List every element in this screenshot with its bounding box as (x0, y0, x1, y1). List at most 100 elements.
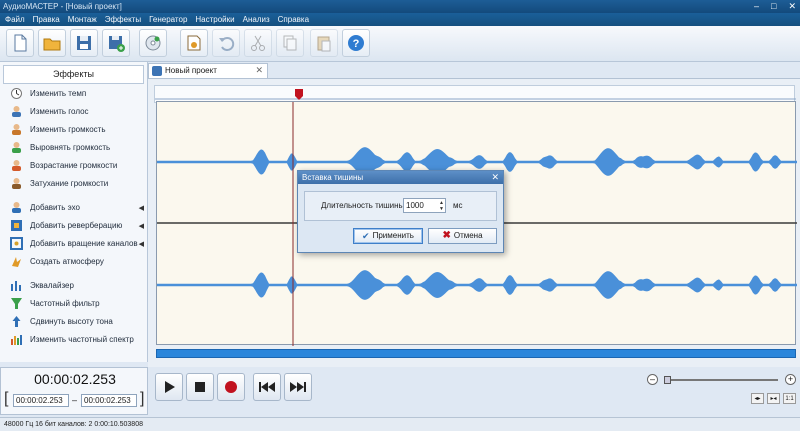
spinner-arrows-icon[interactable]: ▲ ▼ (439, 200, 444, 212)
maximize-button[interactable]: □ (771, 0, 776, 13)
effect-change-voice[interactable]: Изменить голос (10, 104, 146, 119)
effect-equalizer[interactable]: Эквалайзер (10, 278, 146, 293)
effect-add-reverb[interactable]: Добавить реверберацию ◀ (10, 218, 146, 233)
undo-button[interactable] (212, 29, 240, 57)
open-button[interactable] (38, 29, 66, 57)
zoom-out-button[interactable]: – (647, 374, 658, 385)
silence-duration-input[interactable]: 1000 ▲ ▼ (403, 198, 446, 213)
bracket-left: [ (4, 390, 9, 407)
horizontal-scrollbar[interactable] (156, 349, 796, 358)
stop-button[interactable] (186, 373, 214, 401)
zoom-selection-button[interactable]: ▸◂ (767, 393, 780, 404)
filter-icon (10, 297, 23, 310)
transport-controls (152, 370, 792, 410)
save-button[interactable] (70, 29, 98, 57)
effect-label: Эквалайзер (30, 281, 74, 290)
menu-analysis[interactable]: Анализ (243, 15, 270, 24)
expand-arrow-icon[interactable]: ◀ (139, 240, 144, 248)
checkmark-icon: ✔ (362, 231, 370, 241)
cancel-button[interactable]: ✖ Отмена (428, 228, 497, 244)
fade-out-icon (10, 177, 23, 190)
zoom-1to1-button[interactable]: 1:1 (783, 393, 796, 404)
play-button[interactable] (155, 373, 183, 401)
silence-duration-label: Длительность тишины: (321, 201, 407, 210)
help-button[interactable]: ? (342, 29, 370, 57)
cut-icon (251, 35, 265, 51)
menu-edit[interactable]: Правка (33, 15, 60, 24)
voice-icon (10, 105, 23, 118)
tab-project[interactable]: Новый проект ✕ (148, 63, 268, 78)
unit-label: мс (453, 201, 463, 210)
echo-icon (10, 201, 23, 214)
cross-icon: ✖ (442, 230, 451, 241)
cd-button[interactable] (139, 29, 167, 57)
cancel-label: Отмена (453, 231, 483, 240)
effect-pitch-shift[interactable]: Сдвинуть высоту тона (10, 314, 146, 329)
audio-button[interactable] (180, 29, 208, 57)
effect-change-tempo[interactable]: Изменить темп (10, 86, 146, 101)
play-icon (165, 381, 175, 393)
effect-add-echo[interactable]: Добавить эхо ◀ (10, 200, 146, 215)
close-button[interactable]: ✕ (788, 0, 796, 13)
stop-icon (195, 382, 205, 392)
silence-duration-value: 1000 (406, 201, 424, 210)
reverb-icon (10, 219, 23, 232)
effect-label: Частотный фильтр (30, 299, 100, 308)
paste-button[interactable] (310, 29, 338, 57)
effect-change-volume[interactable]: Изменить громкость (10, 122, 146, 137)
fit-selection-button[interactable]: ◂▸ (751, 393, 764, 404)
record-button[interactable] (217, 373, 245, 401)
title-bar: АудиоМАСТЕР - [Новый проект] – □ ✕ (0, 0, 800, 13)
cut-button[interactable] (244, 29, 272, 57)
new-file-button[interactable] (6, 29, 34, 57)
save-as-button[interactable] (102, 29, 130, 57)
rewind-button[interactable] (253, 373, 281, 401)
menu-file[interactable]: Файл (5, 15, 25, 24)
close-icon[interactable]: ✕ (491, 171, 499, 184)
window-title: АудиоМАСТЕР - [Новый проект] (3, 2, 122, 11)
menu-montage[interactable]: Монтаж (68, 15, 97, 24)
menu-effects[interactable]: Эффекты (105, 15, 141, 24)
selection-start-input[interactable]: 00:00:02.253 (13, 394, 69, 407)
selection-end-input[interactable]: 00:00:02.253 (81, 394, 137, 407)
bracket-right: ] (140, 390, 145, 407)
menu-help[interactable]: Справка (278, 15, 309, 24)
copy-button[interactable] (276, 29, 304, 57)
menu-generator[interactable]: Генератор (149, 15, 187, 24)
effect-label: Добавить эхо (30, 203, 80, 212)
copy-icon (283, 35, 297, 51)
atmosphere-icon (10, 255, 23, 268)
effect-normalize-volume[interactable]: Выровнять громкость (10, 140, 146, 155)
new-file-icon (14, 34, 27, 52)
fast-forward-button[interactable] (284, 373, 312, 401)
effect-frequency-filter[interactable]: Частотный фильтр (10, 296, 146, 311)
dialog-title-bar: Вставка тишины ✕ (298, 171, 503, 184)
help-icon: ? (348, 35, 364, 51)
volume-icon (10, 123, 23, 136)
menu-bar: Файл Правка Монтаж Эффекты Генератор Нас… (0, 13, 800, 26)
zoom-in-button[interactable]: + (785, 374, 796, 385)
zoom-slider-thumb[interactable] (664, 376, 671, 384)
effects-panel: Эффекты Изменить темп Изменить голос Изм… (0, 62, 148, 362)
close-icon[interactable]: ✕ (255, 64, 263, 77)
save-icon (77, 36, 91, 50)
expand-arrow-icon[interactable]: ◀ (139, 222, 144, 230)
effect-channel-rotation[interactable]: Добавить вращение каналов ◀ (10, 236, 146, 251)
cd-icon (145, 35, 161, 51)
rotate-icon (10, 237, 23, 250)
waveform-shape (157, 270, 797, 300)
minimize-button[interactable]: – (754, 0, 759, 13)
apply-button[interactable]: ✔ Применить (353, 228, 423, 244)
effect-frequency-spectrum[interactable]: Изменить частотный спектр (10, 332, 146, 347)
effect-fade-in[interactable]: Возрастание громкости (10, 158, 146, 173)
apply-label: Применить (372, 231, 414, 240)
fade-in-icon (10, 159, 23, 172)
current-time: 00:00:02.253 (34, 371, 116, 387)
tempo-icon (10, 87, 23, 100)
effect-fade-out[interactable]: Затухание громкости (10, 176, 146, 191)
effect-create-atmosphere[interactable]: Создать атмосферу (10, 254, 146, 269)
expand-arrow-icon[interactable]: ◀ (139, 204, 144, 212)
effect-label: Затухание громкости (30, 179, 109, 188)
zoom-slider-track[interactable] (664, 379, 778, 381)
menu-settings[interactable]: Настройки (195, 15, 234, 24)
